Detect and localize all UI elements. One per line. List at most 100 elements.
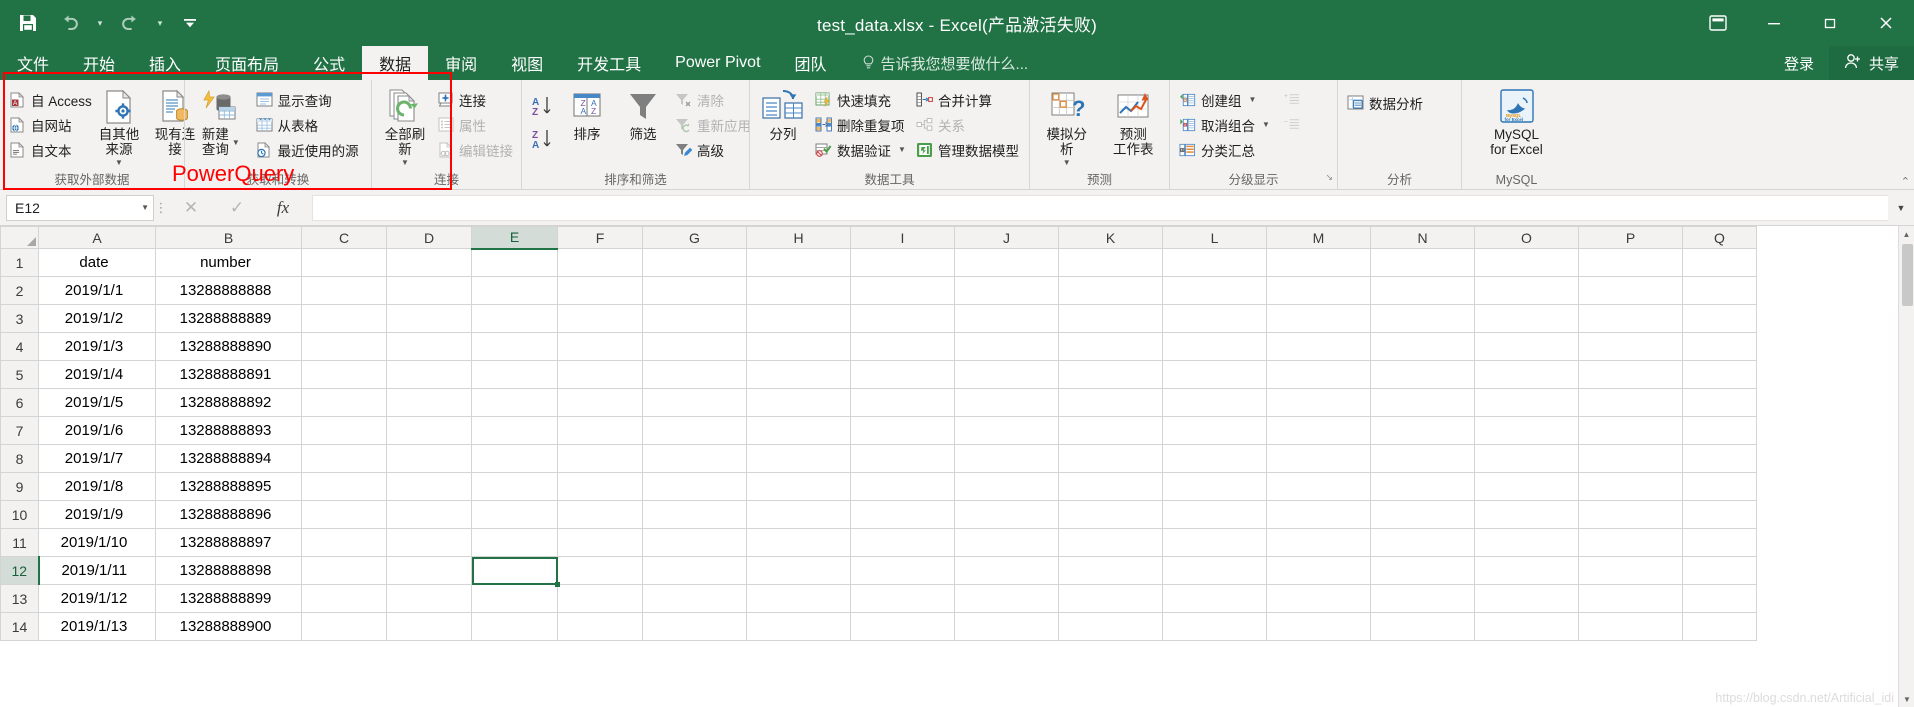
cell-G8[interactable]	[642, 444, 747, 473]
cell-E2[interactable]	[471, 276, 558, 305]
cell-O9[interactable]	[1474, 472, 1579, 501]
cell-D14[interactable]	[386, 612, 472, 641]
cell-B6[interactable]: 13288888892	[155, 388, 302, 417]
cell-K6[interactable]	[1058, 388, 1163, 417]
cell-B7[interactable]: 13288888893	[155, 416, 302, 445]
tab-home[interactable]: 开始	[66, 46, 132, 80]
cell-E9[interactable]	[471, 472, 558, 501]
cell-G10[interactable]	[642, 500, 747, 529]
signin-button[interactable]: 登录	[1769, 46, 1829, 80]
row-header-13[interactable]: 13	[0, 584, 39, 613]
cell-Q11[interactable]	[1682, 528, 1757, 557]
cell-G1[interactable]	[642, 248, 747, 277]
column-header-G[interactable]: G	[642, 226, 747, 249]
cell-M7[interactable]	[1266, 416, 1371, 445]
cell-N4[interactable]	[1370, 332, 1475, 361]
cell-I13[interactable]	[850, 584, 955, 613]
minimize-button[interactable]	[1746, 0, 1802, 46]
from-table-button[interactable]: 从表格	[253, 112, 365, 137]
expand-formula-bar-icon[interactable]: ▼	[1888, 190, 1914, 226]
column-header-O[interactable]: O	[1474, 226, 1579, 249]
cell-M2[interactable]	[1266, 276, 1371, 305]
cell-I11[interactable]	[850, 528, 955, 557]
cell-O13[interactable]	[1474, 584, 1579, 613]
column-header-F[interactable]: F	[557, 226, 643, 249]
cell-P3[interactable]	[1578, 304, 1683, 333]
cell-C3[interactable]	[301, 304, 387, 333]
cell-I9[interactable]	[850, 472, 955, 501]
cell-A2[interactable]: 2019/1/1	[38, 276, 156, 305]
select-all-corner[interactable]	[0, 226, 39, 249]
row-header-9[interactable]: 9	[0, 472, 39, 501]
cell-L5[interactable]	[1162, 360, 1267, 389]
tab-review[interactable]: 审阅	[428, 46, 494, 80]
cell-J3[interactable]	[954, 304, 1059, 333]
sort-ascending-button[interactable]: AZ	[528, 89, 558, 122]
cell-O5[interactable]	[1474, 360, 1579, 389]
cell-C11[interactable]	[301, 528, 387, 557]
cell-L2[interactable]	[1162, 276, 1267, 305]
cell-F4[interactable]	[557, 332, 643, 361]
cell-C13[interactable]	[301, 584, 387, 613]
cell-D4[interactable]	[386, 332, 472, 361]
cell-M11[interactable]	[1266, 528, 1371, 557]
cell-E11[interactable]	[471, 528, 558, 557]
cell-F6[interactable]	[557, 388, 643, 417]
cell-K4[interactable]	[1058, 332, 1163, 361]
cell-C9[interactable]	[301, 472, 387, 501]
tab-page-layout[interactable]: 页面布局	[198, 46, 296, 80]
cell-E13[interactable]	[471, 584, 558, 613]
cell-H9[interactable]	[746, 472, 851, 501]
cell-Q10[interactable]	[1682, 500, 1757, 529]
row-header-10[interactable]: 10	[0, 500, 39, 529]
connections-button[interactable]: 连接	[434, 87, 518, 112]
cell-Q7[interactable]	[1682, 416, 1757, 445]
cell-N2[interactable]	[1370, 276, 1475, 305]
tab-developer[interactable]: 开发工具	[560, 46, 658, 80]
cell-P4[interactable]	[1578, 332, 1683, 361]
cell-P11[interactable]	[1578, 528, 1683, 557]
cell-I3[interactable]	[850, 304, 955, 333]
cell-L9[interactable]	[1162, 472, 1267, 501]
cell-C8[interactable]	[301, 444, 387, 473]
cell-C6[interactable]	[301, 388, 387, 417]
cell-B12[interactable]: 13288888898	[155, 556, 302, 585]
flash-fill-button[interactable]: 快速填充	[812, 87, 911, 112]
cell-A11[interactable]: 2019/1/10	[38, 528, 156, 557]
cell-P9[interactable]	[1578, 472, 1683, 501]
cell-N9[interactable]	[1370, 472, 1475, 501]
scroll-up-icon[interactable]: ▲	[1899, 226, 1914, 242]
cell-J10[interactable]	[954, 500, 1059, 529]
cell-M14[interactable]	[1266, 612, 1371, 641]
cell-M3[interactable]	[1266, 304, 1371, 333]
cell-C4[interactable]	[301, 332, 387, 361]
cell-L14[interactable]	[1162, 612, 1267, 641]
cell-P2[interactable]	[1578, 276, 1683, 305]
chevron-down-icon[interactable]: ▼	[115, 158, 123, 167]
collapse-ribbon-icon[interactable]: ⌃	[1901, 175, 1910, 188]
cell-B14[interactable]: 13288888900	[155, 612, 302, 641]
cell-J13[interactable]	[954, 584, 1059, 613]
cell-E8[interactable]	[471, 444, 558, 473]
cell-N6[interactable]	[1370, 388, 1475, 417]
cell-P10[interactable]	[1578, 500, 1683, 529]
close-button[interactable]	[1858, 0, 1914, 46]
cell-O4[interactable]	[1474, 332, 1579, 361]
cell-K14[interactable]	[1058, 612, 1163, 641]
from-access-button[interactable]: A 自 Access	[6, 87, 92, 112]
cell-G13[interactable]	[642, 584, 747, 613]
cell-F2[interactable]	[557, 276, 643, 305]
cell-M8[interactable]	[1266, 444, 1371, 473]
chevron-down-icon[interactable]: ▼	[1063, 158, 1071, 167]
cell-G14[interactable]	[642, 612, 747, 641]
cell-Q14[interactable]	[1682, 612, 1757, 641]
cell-E6[interactable]	[471, 388, 558, 417]
cell-J8[interactable]	[954, 444, 1059, 473]
cell-O10[interactable]	[1474, 500, 1579, 529]
row-header-2[interactable]: 2	[0, 276, 39, 305]
cell-C7[interactable]	[301, 416, 387, 445]
cell-J5[interactable]	[954, 360, 1059, 389]
cell-B9[interactable]: 13288888895	[155, 472, 302, 501]
cell-L6[interactable]	[1162, 388, 1267, 417]
cell-O3[interactable]	[1474, 304, 1579, 333]
